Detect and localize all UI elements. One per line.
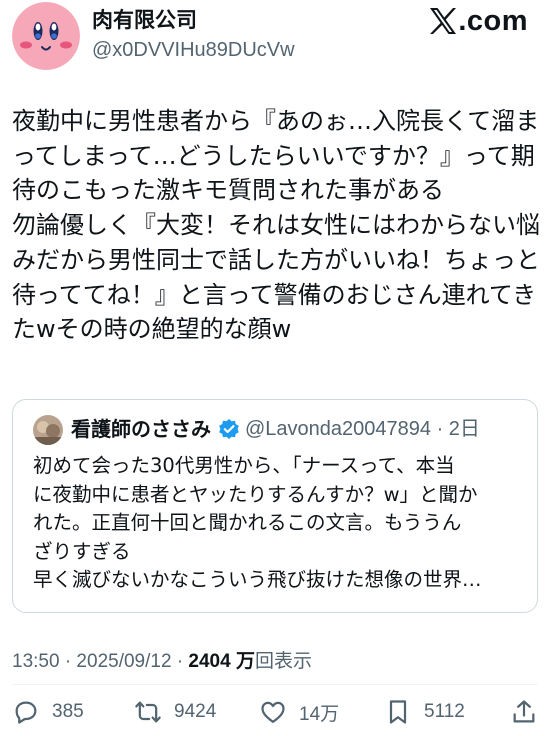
bookmark-count: 5112 [424,701,465,722]
views-count: 2404 万 [188,651,255,672]
tweet-body: 夜勤中に男性患者から『あのぉ…入院長くて溜ま ってしまって…どうしたらいいですか… [12,104,542,347]
quoted-author-avatar[interactable] [33,415,63,445]
reply-button[interactable]: 385 [12,692,84,732]
heart-icon [261,701,285,724]
tweet-line: 待のこもった激キモ質問された事がある [12,176,444,205]
share-button[interactable] [510,692,538,732]
timestamp-text[interactable]: 13:50 · 2025/09/12 · [12,651,188,672]
author-display-name[interactable]: 肉有限公司 [92,6,197,34]
like-button[interactable]: 14万 [259,692,339,732]
bookmark-button[interactable]: 5112 [384,692,465,732]
quoted-tweet-line: に夜勤中に患者とヤッたりするんすか？w」と聞か [33,482,478,506]
quoted-tweet-line: れた。正直何十回と聞かれるこの文言。もううん [33,511,462,534]
tweet-line: 勿論優しく『大変！それは女性にはわからない悩 [12,211,540,240]
reply-icon [15,701,37,724]
repost-button[interactable]: 9424 [134,692,216,732]
quoted-tweet-line: ざりすぎる [33,539,131,563]
like-count: 14万 [299,703,340,725]
author-handle[interactable]: @x0DVVIHu89DUcVw [92,36,295,64]
quoted-handle-time[interactable]: @Lavonda20047894 · 2日 [245,414,480,444]
quoted-tweet-line: 初めて会った30代男性から、「ナースって、本当 [33,454,455,477]
verified-badge-icon [219,419,239,439]
tweet-line: ってしまって…どうしたらいいですか？』って期 [12,141,535,170]
tweet-line: 待っててね！』と言って警備のおじさん連れてき [12,280,537,309]
tweet-line: たwその時の絶望的な顔w [12,315,292,344]
bookmark-icon [389,700,407,724]
action-bar: 385 9424 14万 5112 [12,692,538,732]
x-com-logo: .com [428,4,528,38]
quoted-tweet-line: 早く滅びないかなこういう飛び抜けた想像の世界… [33,568,482,591]
tweet-line: 夜勤中に男性患者から『あのぉ…入院長くて溜ま [12,107,540,135]
kirby-face-icon [12,2,80,70]
quoted-tweet-card[interactable]: 看護師のささみ @Lavonda20047894 · 2日 初めて会った30代男… [12,399,538,613]
divider [12,684,538,685]
repost-icon [135,701,161,723]
quoted-tweet-body: 初めて会った30代男性から、「ナースって、本当 に夜勤中に患者とヤッたりするんす… [33,452,533,595]
views-label: 回表示 [254,651,312,672]
tweet-line: みだから男性同士で話した方がいいね！ちょっと [12,245,540,274]
repost-count: 9424 [174,701,217,722]
tweet-header: 肉有限公司 @x0DVVIHu89DUcVw .com [12,0,538,74]
photo-avatar-icon [33,415,63,445]
author-avatar[interactable] [12,2,80,70]
x-logo-icon [430,8,457,34]
reply-count: 385 [52,701,84,722]
tweet-timestamp[interactable]: 13:50 · 2025/09/12 · 2404 万回表示 [12,648,312,676]
x-logo-text: .com [458,4,528,37]
share-icon [513,700,535,723]
quoted-author-name[interactable]: 看護師のささみ [71,414,211,444]
